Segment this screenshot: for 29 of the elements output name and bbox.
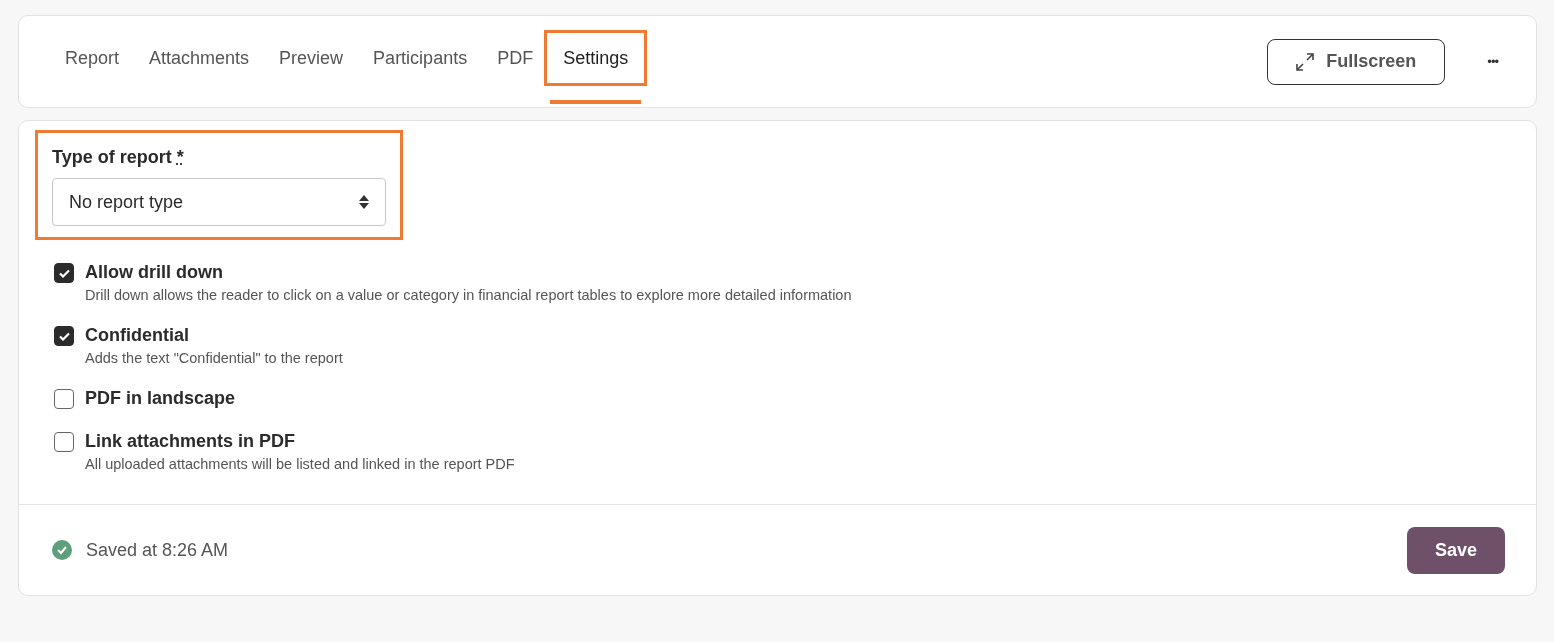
field-label: Type of report — [52, 147, 172, 168]
tab[interactable]: Settings — [550, 30, 642, 104]
report-type-select[interactable]: No report type — [52, 178, 386, 226]
option-description: Drill down allows the reader to click on a value or category in financial report tables to explore more detailed information — [85, 287, 852, 303]
fullscreen-button[interactable]: Fullscreen — [1267, 38, 1446, 85]
expand-icon — [1296, 52, 1315, 71]
sort-caret-icon — [359, 195, 369, 209]
option-title: PDF in landscape — [85, 388, 236, 409]
option-title: Allow drill down — [85, 262, 224, 283]
more-button[interactable]: ••• — [1479, 50, 1506, 73]
check-icon — [58, 331, 70, 341]
tab[interactable]: PDF — [484, 30, 547, 104]
option-description: Adds the text "Confidential" to the report — [85, 350, 343, 366]
tab[interactable]: Preview — [266, 30, 357, 104]
checkbox[interactable] — [54, 389, 74, 409]
check-circle-icon — [52, 540, 72, 560]
checkbox[interactable] — [54, 432, 74, 452]
saved-status: Saved at 8:26 AM — [86, 539, 229, 561]
option-title: Link attachments in PDF — [85, 431, 297, 452]
tab[interactable]: Attachments — [136, 30, 263, 104]
checkbox[interactable] — [54, 326, 74, 346]
save-button[interactable]: Save — [1407, 526, 1505, 574]
check-icon — [58, 268, 70, 278]
tab[interactable]: Report — [52, 30, 133, 104]
tab[interactable]: Participants — [360, 30, 481, 104]
option-title: Confidential — [85, 325, 190, 346]
required-mark: * — [176, 147, 184, 168]
checkbox[interactable] — [54, 263, 74, 283]
option-description: All uploaded attachments will be listed and linked in the report PDF — [85, 456, 515, 472]
